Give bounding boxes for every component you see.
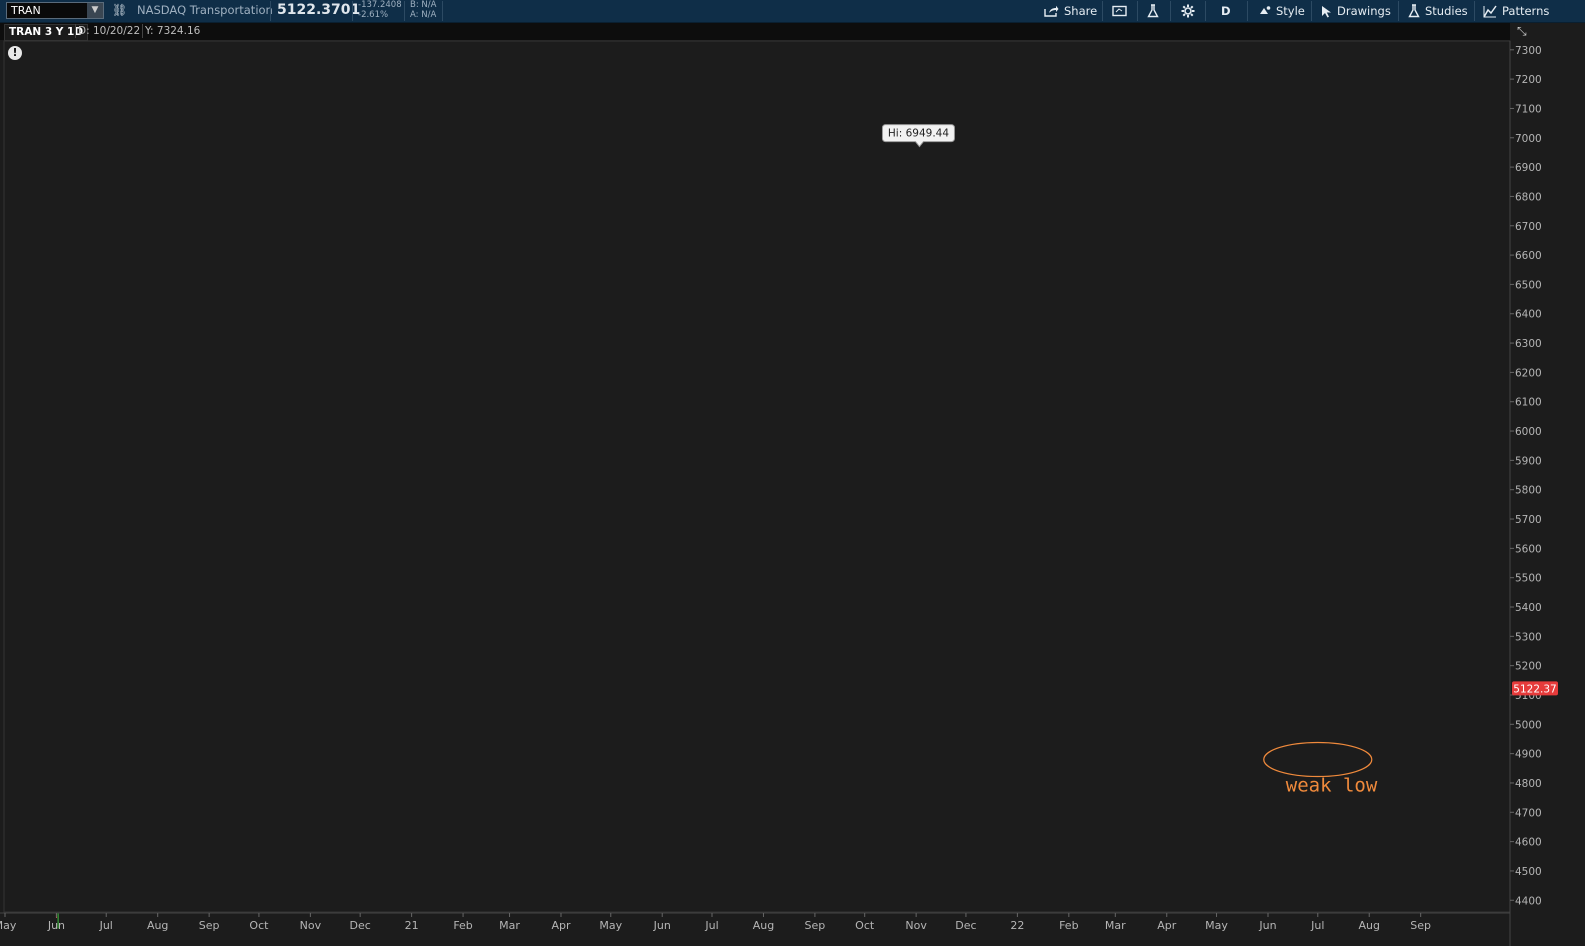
- y-tick-label: 4500: [1515, 866, 1542, 878]
- y-tick-label: 5400: [1515, 602, 1542, 614]
- x-tick-label: May: [0, 919, 17, 932]
- x-tick-label: Feb: [1059, 919, 1078, 932]
- x-tick-label: Jul: [99, 919, 113, 932]
- y-tick-label: 5000: [1515, 719, 1542, 731]
- last-price-tag-label: 5122.37: [1513, 683, 1556, 695]
- y-tick-label: 5300: [1515, 631, 1542, 643]
- x-tick-label: Sep: [199, 919, 220, 932]
- y-tick-label: 4800: [1515, 778, 1542, 790]
- x-tick-label: Apr: [551, 919, 571, 932]
- x-tick-label: Nov: [300, 919, 322, 932]
- y-tick-label: 5600: [1515, 543, 1542, 555]
- x-tick-label: May: [599, 919, 622, 932]
- y-tick-label: 4900: [1515, 749, 1542, 761]
- x-tick-label: Aug: [147, 919, 168, 932]
- x-tick-label: Oct: [855, 919, 875, 932]
- x-tick-label: Aug: [753, 919, 774, 932]
- x-tick-label: 21: [405, 919, 419, 932]
- y-tick-label: 6700: [1515, 221, 1542, 233]
- x-tick-label: Jun: [653, 919, 671, 932]
- x-tick-label: Sep: [805, 919, 826, 932]
- y-tick-label: 5500: [1515, 573, 1542, 585]
- y-tick-label: 6300: [1515, 338, 1542, 350]
- axes: 4400450046004700480049005000510052005300…: [0, 40, 1542, 946]
- x-tick-label: Dec: [350, 919, 371, 932]
- y-tick-label: 5900: [1515, 455, 1542, 467]
- y-tick-label: 6100: [1515, 397, 1542, 409]
- y-tick-label: 7100: [1515, 103, 1542, 115]
- x-tick-label: Jul: [1310, 919, 1324, 932]
- x-tick-label: Mar: [499, 919, 520, 932]
- x-tick-label: May: [1205, 919, 1228, 932]
- y-tick-label: 6500: [1515, 279, 1542, 291]
- x-tick-label: Sep: [1410, 919, 1431, 932]
- y-tick-label: 6900: [1515, 162, 1542, 174]
- y-tick-label: 5700: [1515, 514, 1542, 526]
- x-tick-label: Aug: [1358, 919, 1379, 932]
- y-tick-label: 6400: [1515, 309, 1542, 321]
- x-tick-label: Oct: [249, 919, 269, 932]
- x-tick-label: Dec: [955, 919, 976, 932]
- y-tick-label: 4700: [1515, 807, 1542, 819]
- y-tick-label: 7000: [1515, 133, 1542, 145]
- x-tick-label: Apr: [1157, 919, 1177, 932]
- y-tick-label: 7200: [1515, 74, 1542, 86]
- high-label: Hi: 6949.44: [888, 128, 949, 140]
- y-tick-label: 4600: [1515, 837, 1542, 849]
- x-tick-label: Jun: [47, 919, 65, 932]
- x-tick-label: Feb: [453, 919, 472, 932]
- x-tick-label: Mar: [1105, 919, 1126, 932]
- y-tick-label: 5200: [1515, 661, 1542, 673]
- y-tick-label: 6000: [1515, 426, 1542, 438]
- plot-area: [3, 40, 1511, 913]
- y-tick-label: 6200: [1515, 367, 1542, 379]
- alert-icon[interactable]: !: [8, 46, 22, 60]
- weak-low-text: weak low: [1286, 775, 1378, 797]
- y-tick-label: 4400: [1515, 895, 1542, 907]
- x-tick-label: Jul: [704, 919, 718, 932]
- y-tick-label: 7300: [1515, 45, 1542, 57]
- y-tick-label: 6600: [1515, 250, 1542, 262]
- x-tick-label: Nov: [905, 919, 927, 932]
- y-tick-label: 6800: [1515, 191, 1542, 203]
- x-tick-label: Jun: [1258, 919, 1276, 932]
- x-tick-label: 22: [1010, 919, 1024, 932]
- y-tick-label: 5800: [1515, 485, 1542, 497]
- price-chart[interactable]: 2020 year2021 year 440045004600470048004…: [0, 0, 1585, 946]
